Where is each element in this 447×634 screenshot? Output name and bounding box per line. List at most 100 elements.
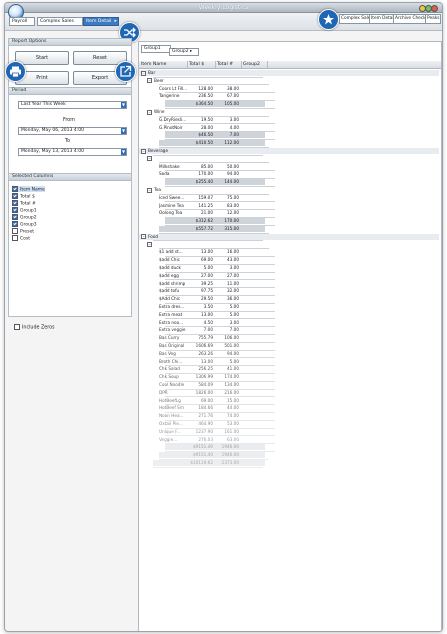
start-button[interactable]: Start xyxy=(15,51,69,65)
subtotal-row: $312.62 170.00 xyxy=(165,218,265,225)
table-row: Chk Salad 256.25 41.00 xyxy=(139,366,439,372)
favorites-button[interactable] xyxy=(318,9,339,30)
collapse-icon[interactable]: − xyxy=(147,78,152,84)
collapse-icon[interactable]: − xyxy=(147,156,152,162)
group-name: Tea xyxy=(154,187,161,192)
total-dollar-cell: 1606.69 xyxy=(195,343,213,348)
tab-complex-sales[interactable]: Complex Sales xyxy=(37,17,83,26)
column-checkbox[interactable] xyxy=(12,207,18,213)
column-option-label: Cost xyxy=(20,236,31,242)
group-row[interactable]: − Tea xyxy=(139,187,439,193)
title-bar: Weekly Logistics xyxy=(5,3,442,13)
column-header-total-count[interactable]: Total # xyxy=(215,61,242,68)
total-dollar-cell: $9151.40 xyxy=(193,444,213,450)
item-name-cell: Coors Lt Fill... xyxy=(159,85,187,91)
item-name-cell: Tangerine xyxy=(159,93,180,99)
column-checkbox[interactable] xyxy=(12,228,18,234)
column-option[interactable]: Item Name xyxy=(12,186,45,193)
column-option-label: Total $ xyxy=(20,194,35,200)
total-dollar-cell: 236.50 xyxy=(198,93,213,99)
print-icon-button[interactable] xyxy=(5,61,26,82)
total-dollar-cell: 1237.90 xyxy=(195,428,213,434)
table-row: Jasmine Tea 141.25 83.00 xyxy=(139,203,439,209)
column-option[interactable]: Group1 xyxy=(12,207,37,214)
period-header: Period xyxy=(9,88,131,95)
selected-columns-section: Selected Columns Item Name Total $ Total #… xyxy=(8,173,132,317)
collapse-icon[interactable]: − xyxy=(141,234,146,240)
item-name-cell: Extra veggie xyxy=(159,327,186,333)
total-count-cell: 2373.00 xyxy=(221,460,239,465)
column-header-group2[interactable]: Group2 xyxy=(241,61,268,68)
column-checkbox[interactable] xyxy=(12,193,18,199)
column-option[interactable]: Cost xyxy=(12,235,31,242)
group-row[interactable]: − Wine xyxy=(139,109,439,115)
item-name-cell: Bas Veg xyxy=(159,350,176,356)
total-count-cell: 7.00 xyxy=(229,327,239,333)
export-icon-button[interactable] xyxy=(115,61,136,82)
group-box-group2[interactable]: Group2 ▸ xyxy=(169,48,199,56)
group-row[interactable]: − Beer xyxy=(139,78,439,84)
column-checkbox[interactable] xyxy=(12,214,18,220)
collapse-icon[interactable]: − xyxy=(141,148,146,154)
collapse-icon[interactable]: − xyxy=(141,70,146,76)
from-date-picker[interactable]: Monday, May 06, 2013 4:00 ▼ xyxy=(18,127,127,135)
total-dollar-cell: 755.79 xyxy=(198,335,213,341)
column-header-item-name[interactable]: Item Name xyxy=(139,61,188,68)
item-name-cell: $Add Chic xyxy=(159,296,181,302)
total-count-cell: 4.00 xyxy=(229,124,239,130)
group-row[interactable]: − xyxy=(139,242,439,248)
include-zeros-option[interactable]: Include Zeros xyxy=(14,324,55,331)
report-tab-archive-checks[interactable]: Archive Checks xyxy=(393,14,428,24)
column-option[interactable]: Total $ xyxy=(12,193,35,200)
column-option[interactable]: Total # xyxy=(12,200,36,207)
window-title: Weekly Logistics xyxy=(198,4,249,11)
table-row: Oolong Tea 21.00 12.00 xyxy=(139,210,439,216)
column-checkbox[interactable] xyxy=(12,221,18,227)
subtotal-row: $410.50 112.00 xyxy=(159,140,265,147)
total-dollar-cell: 256.25 xyxy=(198,366,213,372)
total-count-cell: 5.00 xyxy=(229,304,239,309)
include-zeros-checkbox[interactable] xyxy=(14,324,20,330)
collapse-icon[interactable]: − xyxy=(147,242,152,248)
total-count-cell: 67.00 xyxy=(227,93,239,99)
column-option[interactable]: Preset xyxy=(12,228,34,235)
column-option-label: Total # xyxy=(20,201,36,207)
subtotal-row: $9151.40 1946.00 xyxy=(159,452,265,459)
total-dollar-cell: 69.00 xyxy=(201,397,213,403)
table-row: Extra dres... 3.50 5.00 xyxy=(139,304,439,310)
group-row[interactable]: − Bar xyxy=(139,70,439,76)
table-row: Milkshake 85.00 50.00 xyxy=(139,164,439,170)
column-checkbox[interactable] xyxy=(12,186,18,192)
total-count-cell: 53.00 xyxy=(227,421,239,426)
chevron-down-icon: ▼ xyxy=(121,102,126,108)
tab-more-arrow[interactable]: ▸ xyxy=(114,19,116,24)
group-box-group1[interactable]: Group1 xyxy=(141,45,171,53)
group-row[interactable]: − xyxy=(139,156,439,162)
total-count-cell: 36.00 xyxy=(227,296,239,302)
total-count-cell: 94.00 xyxy=(227,171,239,177)
column-header-total-dollar[interactable]: Total $ xyxy=(187,61,216,68)
tab-payroll[interactable]: Payroll xyxy=(9,17,35,26)
collapse-icon[interactable]: − xyxy=(147,187,152,193)
table-row: Bas Original 1606.69 501.00 xyxy=(139,343,439,349)
column-option-label: Item Name xyxy=(20,187,45,193)
period-preset-select[interactable]: Last Year This Week ▼ xyxy=(18,101,127,109)
total-count-cell: 7.00 xyxy=(229,132,239,138)
collapse-icon[interactable]: − xyxy=(147,109,152,115)
column-option[interactable]: Group3 xyxy=(12,221,37,228)
chevron-down-icon: ▼ xyxy=(121,128,126,134)
tab-item-detail[interactable]: Item Detail ▸ xyxy=(83,17,119,26)
column-checkbox[interactable] xyxy=(12,200,18,206)
group-row[interactable]: − Food xyxy=(139,233,439,240)
group-row[interactable]: − Beverage xyxy=(139,148,439,154)
total-dollar-cell: 1306.99 xyxy=(195,374,213,380)
column-checkbox[interactable] xyxy=(12,235,18,241)
column-option[interactable]: Group2 xyxy=(12,214,37,221)
report-tab-peaks[interactable]: Peaks xyxy=(425,14,441,24)
report-tab-complex-sales[interactable]: Complex Sales xyxy=(339,14,373,24)
close-button[interactable] xyxy=(431,5,438,12)
total-dollar-cell: 1826.00 xyxy=(195,389,213,395)
to-date-picker[interactable]: Monday, May 13, 2013 4:00 ▼ xyxy=(18,148,127,156)
total-dollar-cell: $46.50 xyxy=(198,132,213,138)
table-row: Soda 170.00 94.00 xyxy=(139,171,439,177)
